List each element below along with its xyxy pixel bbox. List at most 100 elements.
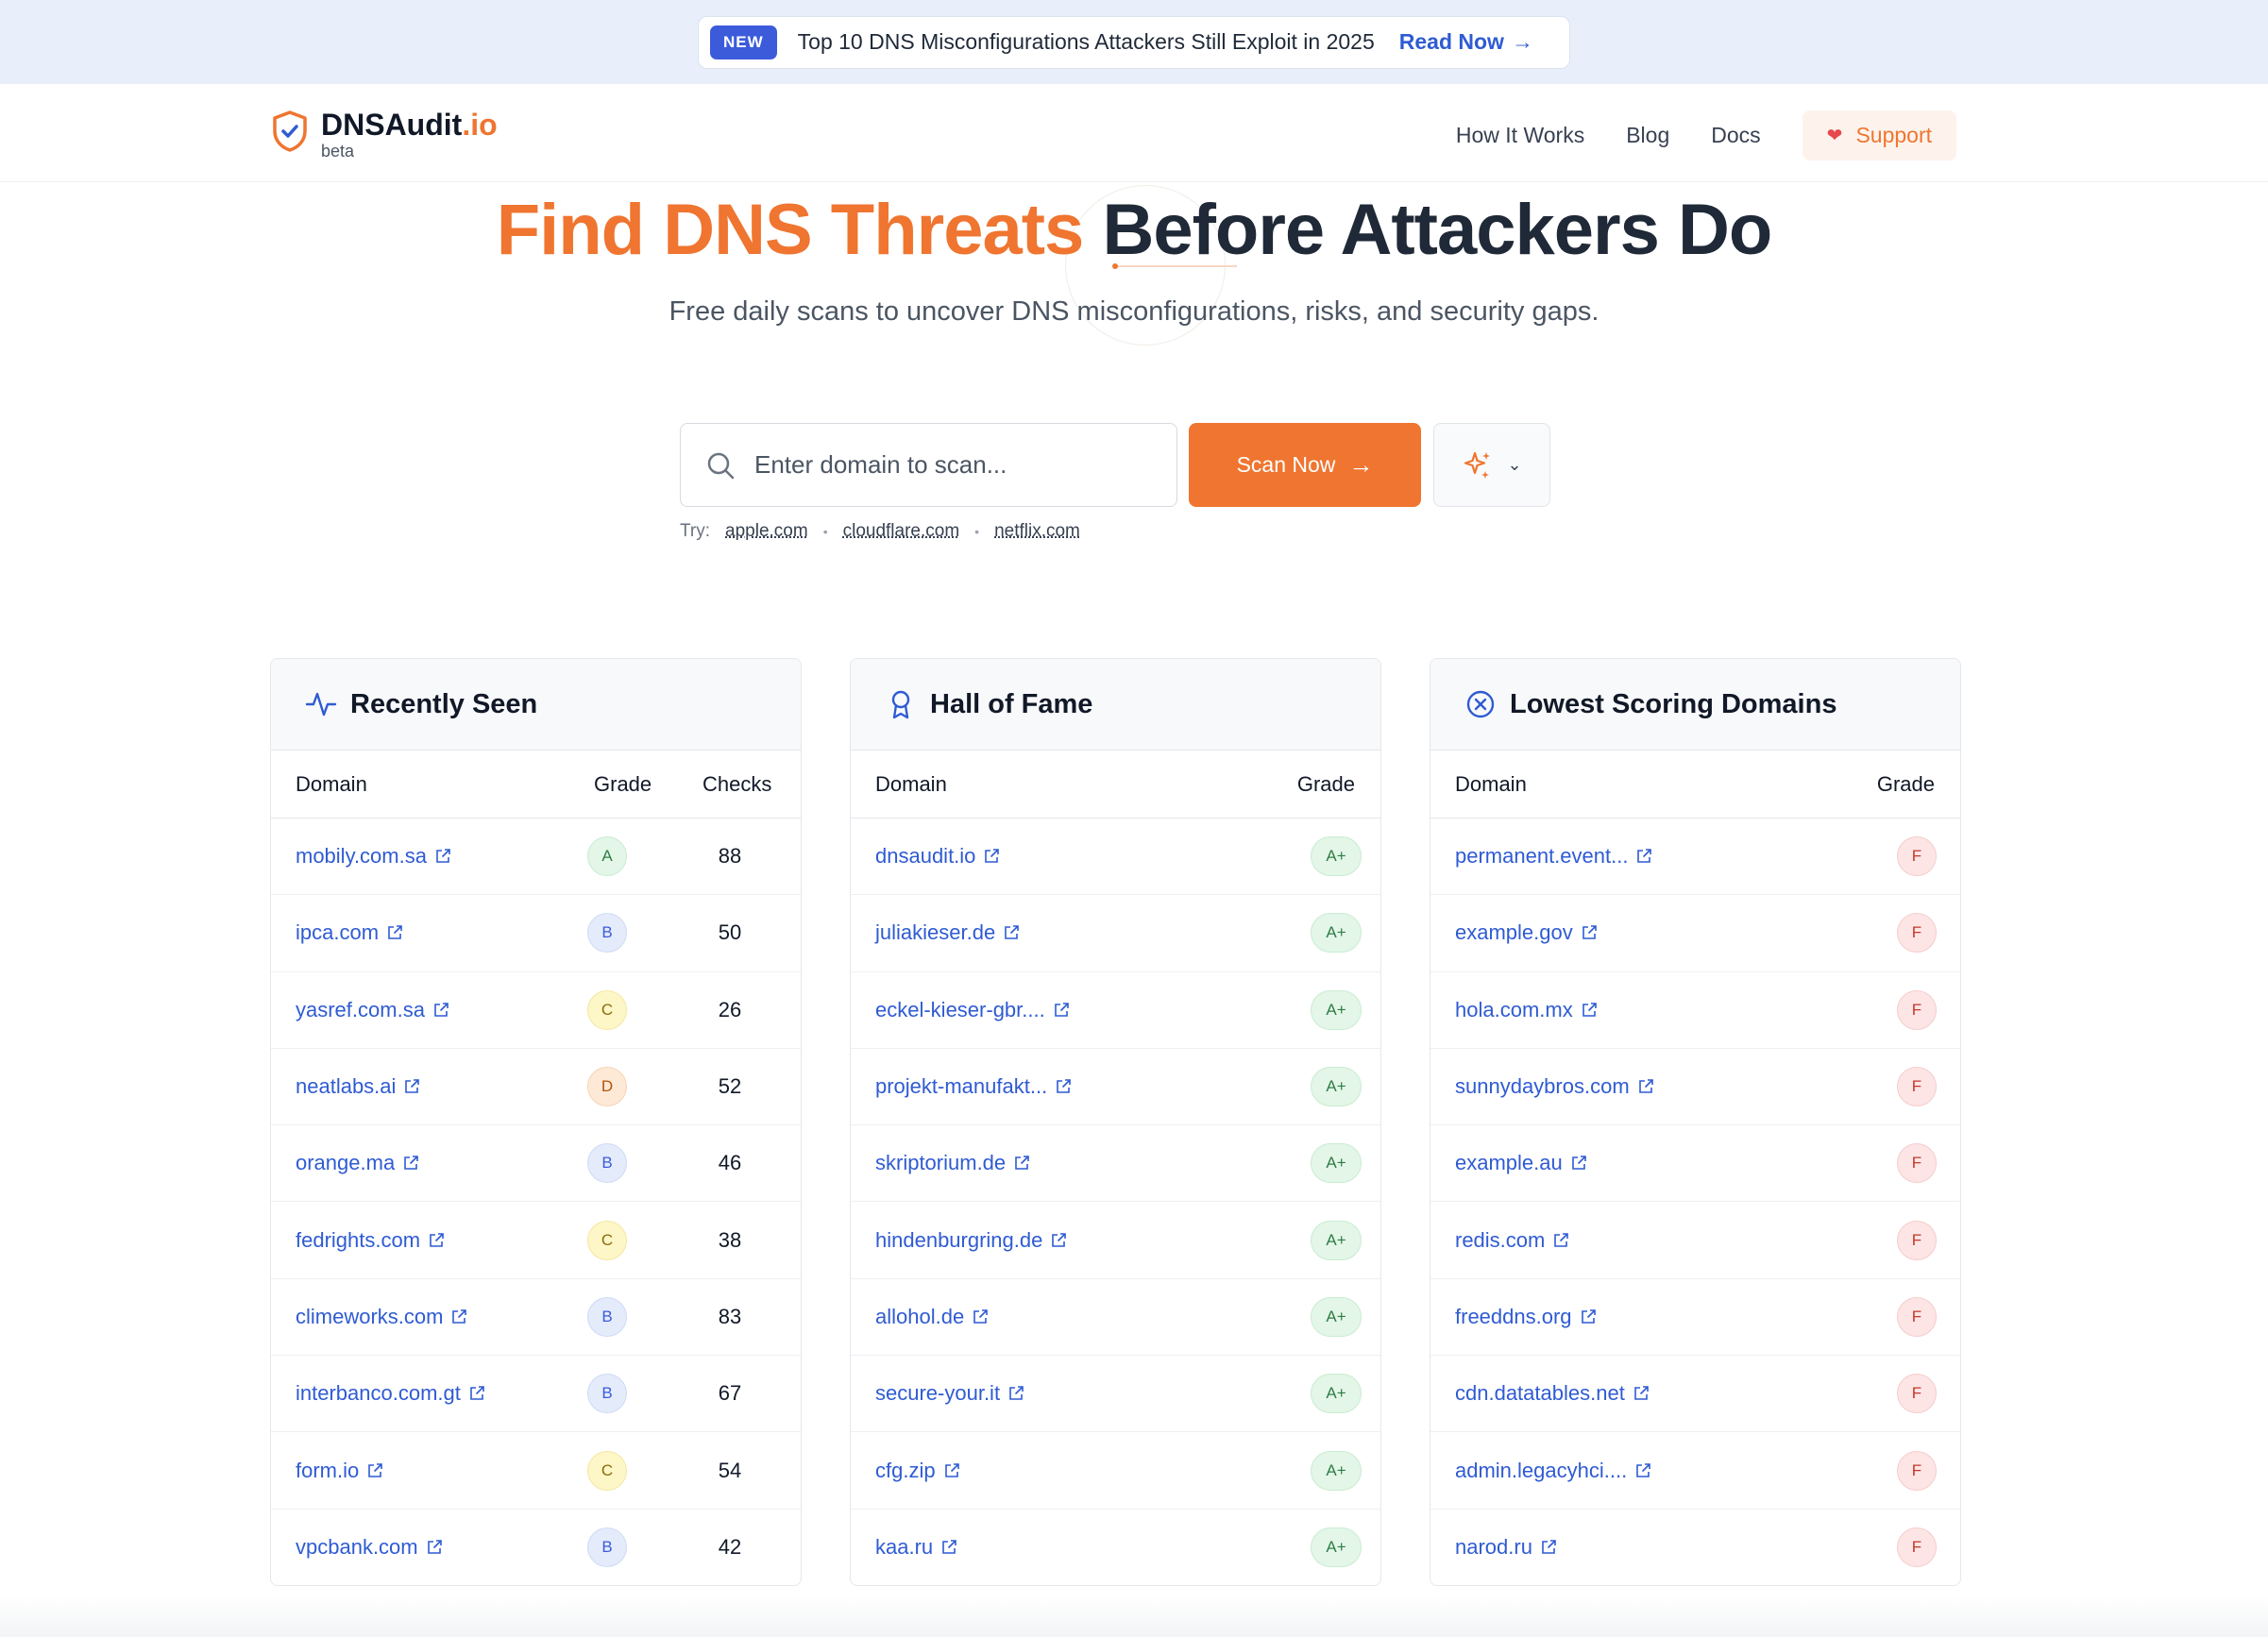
sparkles-icon bbox=[1464, 451, 1491, 479]
domain-link[interactable]: hindenburgring.de bbox=[875, 1228, 1067, 1253]
domain-link[interactable]: form.io bbox=[296, 1459, 383, 1483]
domain-link[interactable]: ipca.com bbox=[296, 920, 403, 945]
table-row: dnsaudit.io A+ bbox=[851, 818, 1380, 896]
grade-badge: A+ bbox=[1311, 989, 1362, 1030]
checks-count: 52 bbox=[718, 1074, 742, 1099]
table-header: Domain Grade Checks bbox=[271, 751, 801, 818]
domain-link[interactable]: permanent.event... bbox=[1455, 844, 1652, 869]
hero-title-accent: Find DNS Threats bbox=[496, 190, 1085, 270]
domain-link[interactable]: eckel-kieser-gbr.... bbox=[875, 998, 1070, 1022]
domain-link[interactable]: narod.ru bbox=[1455, 1535, 1557, 1560]
external-link-icon bbox=[944, 1462, 959, 1477]
domain-link[interactable]: kaa.ru bbox=[875, 1535, 957, 1560]
try-label: Try: bbox=[680, 521, 711, 541]
domain-search-input[interactable] bbox=[754, 450, 1151, 480]
grade-badge: F bbox=[1897, 989, 1937, 1030]
grade-badge: F bbox=[1897, 1296, 1937, 1337]
domain-name: vpcbank.com bbox=[296, 1535, 418, 1560]
suggestion-netflix[interactable]: netflix.com bbox=[994, 521, 1080, 542]
domain-link[interactable]: projekt-manufakt... bbox=[875, 1074, 1072, 1099]
domain-link[interactable]: freeddns.org bbox=[1455, 1305, 1597, 1329]
col-grade: Grade bbox=[594, 771, 652, 796]
domain-link[interactable]: fedrights.com bbox=[296, 1228, 445, 1253]
logo[interactable]: DNSAudit.io beta bbox=[272, 109, 498, 160]
domain-link[interactable]: secure-your.it bbox=[875, 1381, 1024, 1406]
domain-link[interactable]: vpcbank.com bbox=[296, 1535, 443, 1560]
external-link-icon bbox=[452, 1309, 467, 1324]
grade-badge: B bbox=[587, 1527, 627, 1568]
col-domain: Domain bbox=[875, 771, 947, 796]
suggestion-cloudflare[interactable]: cloudflare.com bbox=[843, 521, 960, 542]
domain-link[interactable]: climeworks.com bbox=[296, 1305, 467, 1329]
announcement-pill[interactable]: NEW Top 10 DNS Misconfigurations Attacke… bbox=[698, 15, 1570, 69]
domain-name: interbanco.com.gt bbox=[296, 1381, 461, 1406]
domain-link[interactable]: interbanco.com.gt bbox=[296, 1381, 485, 1406]
try-suggestions: Try: apple.com • cloudflare.com • netfli… bbox=[680, 521, 1080, 542]
panel-title: Recently Seen bbox=[350, 688, 538, 719]
col-checks: Checks bbox=[702, 771, 772, 796]
grade-badge: A bbox=[587, 836, 627, 877]
activity-icon bbox=[305, 692, 337, 717]
domain-link[interactable]: sunnydaybros.com bbox=[1455, 1074, 1654, 1099]
domain-link[interactable]: hola.com.mx bbox=[1455, 998, 1598, 1022]
external-link-icon bbox=[368, 1462, 383, 1477]
domain-link[interactable]: yasref.com.sa bbox=[296, 998, 449, 1022]
domain-name: skriptorium.de bbox=[875, 1151, 1007, 1175]
grade-badge: A+ bbox=[1311, 1067, 1362, 1107]
nav-how-it-works[interactable]: How It Works bbox=[1456, 123, 1584, 148]
external-link-icon bbox=[1054, 1002, 1069, 1017]
scan-now-label: Scan Now bbox=[1236, 452, 1336, 477]
table-row: secure-your.it A+ bbox=[851, 1356, 1380, 1433]
nav-docs[interactable]: Docs bbox=[1711, 123, 1760, 148]
table-row: example.gov F bbox=[1430, 895, 1960, 972]
separator-dot: • bbox=[974, 524, 980, 539]
suggestion-apple[interactable]: apple.com bbox=[725, 521, 808, 542]
support-button[interactable]: ❤ Support bbox=[1802, 110, 1956, 160]
external-link-icon bbox=[436, 849, 450, 863]
domain-name: sunnydaybros.com bbox=[1455, 1074, 1630, 1099]
domain-name: secure-your.it bbox=[875, 1381, 1001, 1406]
domain-link[interactable]: cdn.datatables.net bbox=[1455, 1381, 1650, 1406]
panel-header: Recently Seen bbox=[271, 659, 801, 751]
grade-badge: A+ bbox=[1311, 836, 1362, 877]
heart-icon: ❤ bbox=[1826, 126, 1843, 146]
domain-link[interactable]: cfg.zip bbox=[875, 1459, 960, 1483]
grade-badge: F bbox=[1897, 836, 1937, 877]
domain-link[interactable]: example.gov bbox=[1455, 920, 1598, 945]
nav-blog[interactable]: Blog bbox=[1626, 123, 1669, 148]
award-icon bbox=[891, 690, 910, 719]
read-now-label: Read Now bbox=[1398, 29, 1504, 54]
external-link-icon bbox=[1542, 1540, 1556, 1555]
grade-badge: C bbox=[587, 989, 627, 1030]
domain-link[interactable]: allohol.de bbox=[875, 1305, 989, 1329]
ai-options-button[interactable]: ⌄ bbox=[1433, 423, 1550, 507]
domain-link[interactable]: orange.ma bbox=[296, 1151, 419, 1175]
read-now-link[interactable]: Read Now → bbox=[1399, 29, 1533, 55]
domain-link[interactable]: dnsaudit.io bbox=[875, 844, 1000, 869]
domain-name: eckel-kieser-gbr.... bbox=[875, 997, 1045, 1021]
col-grade: Grade bbox=[1296, 771, 1355, 796]
table-row: sunnydaybros.com F bbox=[1430, 1049, 1960, 1126]
x-circle-icon bbox=[1466, 690, 1495, 718]
domain-link[interactable]: admin.legacyhci.... bbox=[1455, 1459, 1651, 1483]
domain-link[interactable]: skriptorium.de bbox=[875, 1151, 1030, 1175]
search-icon bbox=[707, 452, 735, 479]
external-link-icon bbox=[405, 1079, 420, 1093]
support-label: Support bbox=[1855, 123, 1932, 147]
domain-link[interactable]: juliakieser.de bbox=[875, 920, 1020, 945]
scan-now-button[interactable]: Scan Now → bbox=[1189, 423, 1421, 507]
grade-badge: F bbox=[1897, 1143, 1937, 1184]
domain-link[interactable]: neatlabs.ai bbox=[296, 1074, 420, 1099]
logo-text: DNSAudit.io bbox=[321, 109, 498, 141]
external-link-icon bbox=[1582, 925, 1597, 940]
arrow-right-icon: → bbox=[1511, 29, 1533, 54]
domain-link[interactable]: redis.com bbox=[1455, 1228, 1569, 1253]
table-row: cfg.zip A+ bbox=[851, 1432, 1380, 1510]
domain-name: climeworks.com bbox=[296, 1304, 444, 1328]
shield-check-icon bbox=[273, 110, 307, 152]
domain-link[interactable]: example.au bbox=[1455, 1151, 1587, 1175]
checks-count: 42 bbox=[718, 1535, 742, 1560]
search-box[interactable] bbox=[680, 423, 1177, 507]
domain-link[interactable]: mobily.com.sa bbox=[296, 844, 451, 869]
panel-header: Lowest Scoring Domains bbox=[1430, 659, 1960, 751]
